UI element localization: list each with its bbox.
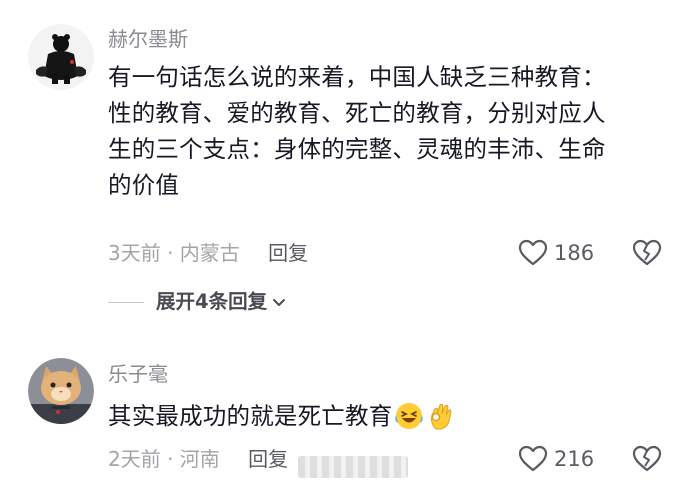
laughing-crying-emoji-icon: [394, 401, 424, 431]
comment-line: 有一句话怎么说的来着，中国人缺乏三种教育：: [108, 63, 606, 91]
comment-meta: 3天前 · 内蒙古 回复: [108, 239, 308, 267]
expand-replies-button[interactable]: 展开4条回复: [108, 288, 287, 316]
comment-author[interactable]: 赫尔墨斯: [108, 25, 188, 53]
heart-outline-icon: [518, 239, 548, 266]
divider: [108, 301, 144, 303]
comment-line: 性的教育、爱的教育、死亡的教育，分别对应人: [108, 99, 606, 127]
reply-button[interactable]: 回复: [268, 241, 308, 265]
avatar[interactable]: [28, 358, 94, 424]
reply-button[interactable]: 回复: [248, 447, 288, 471]
time-location: 2天前 · 河南: [108, 447, 220, 471]
comment-meta: 2天前 · 河南 回复: [108, 445, 288, 473]
chevron-down-icon: [271, 294, 287, 310]
like-button[interactable]: 186: [518, 239, 594, 267]
watermark: [298, 456, 408, 478]
dislike-button[interactable]: [632, 445, 662, 477]
like-count: 186: [554, 241, 595, 265]
comment-line: 生的三个支点：身体的完整、灵魂的丰沛、生命: [108, 135, 606, 163]
comment-line: 的价值: [108, 171, 180, 199]
broken-heart-icon: [632, 445, 662, 472]
avatar[interactable]: [28, 24, 94, 90]
cat-avatar-icon: [28, 358, 94, 424]
expand-replies-label: 展开4条回复: [156, 290, 268, 313]
like-button[interactable]: 216: [518, 445, 594, 473]
broken-heart-icon: [632, 239, 662, 266]
comment-text: 其实最成功的就是死亡教育: [108, 402, 393, 430]
ok-hand-emoji-icon: [426, 401, 456, 431]
comment-body: 其实最成功的就是死亡教育: [108, 398, 668, 434]
bear-figure-avatar-icon: [28, 24, 94, 90]
heart-outline-icon: [518, 445, 548, 472]
like-count: 216: [554, 447, 595, 471]
comment-author[interactable]: 乐子毫: [108, 360, 168, 388]
dislike-button[interactable]: [632, 239, 662, 271]
time-location: 3天前 · 内蒙古: [108, 241, 240, 265]
comment-body: 有一句话怎么说的来着，中国人缺乏三种教育： 性的教育、爱的教育、死亡的教育，分别…: [108, 59, 668, 203]
